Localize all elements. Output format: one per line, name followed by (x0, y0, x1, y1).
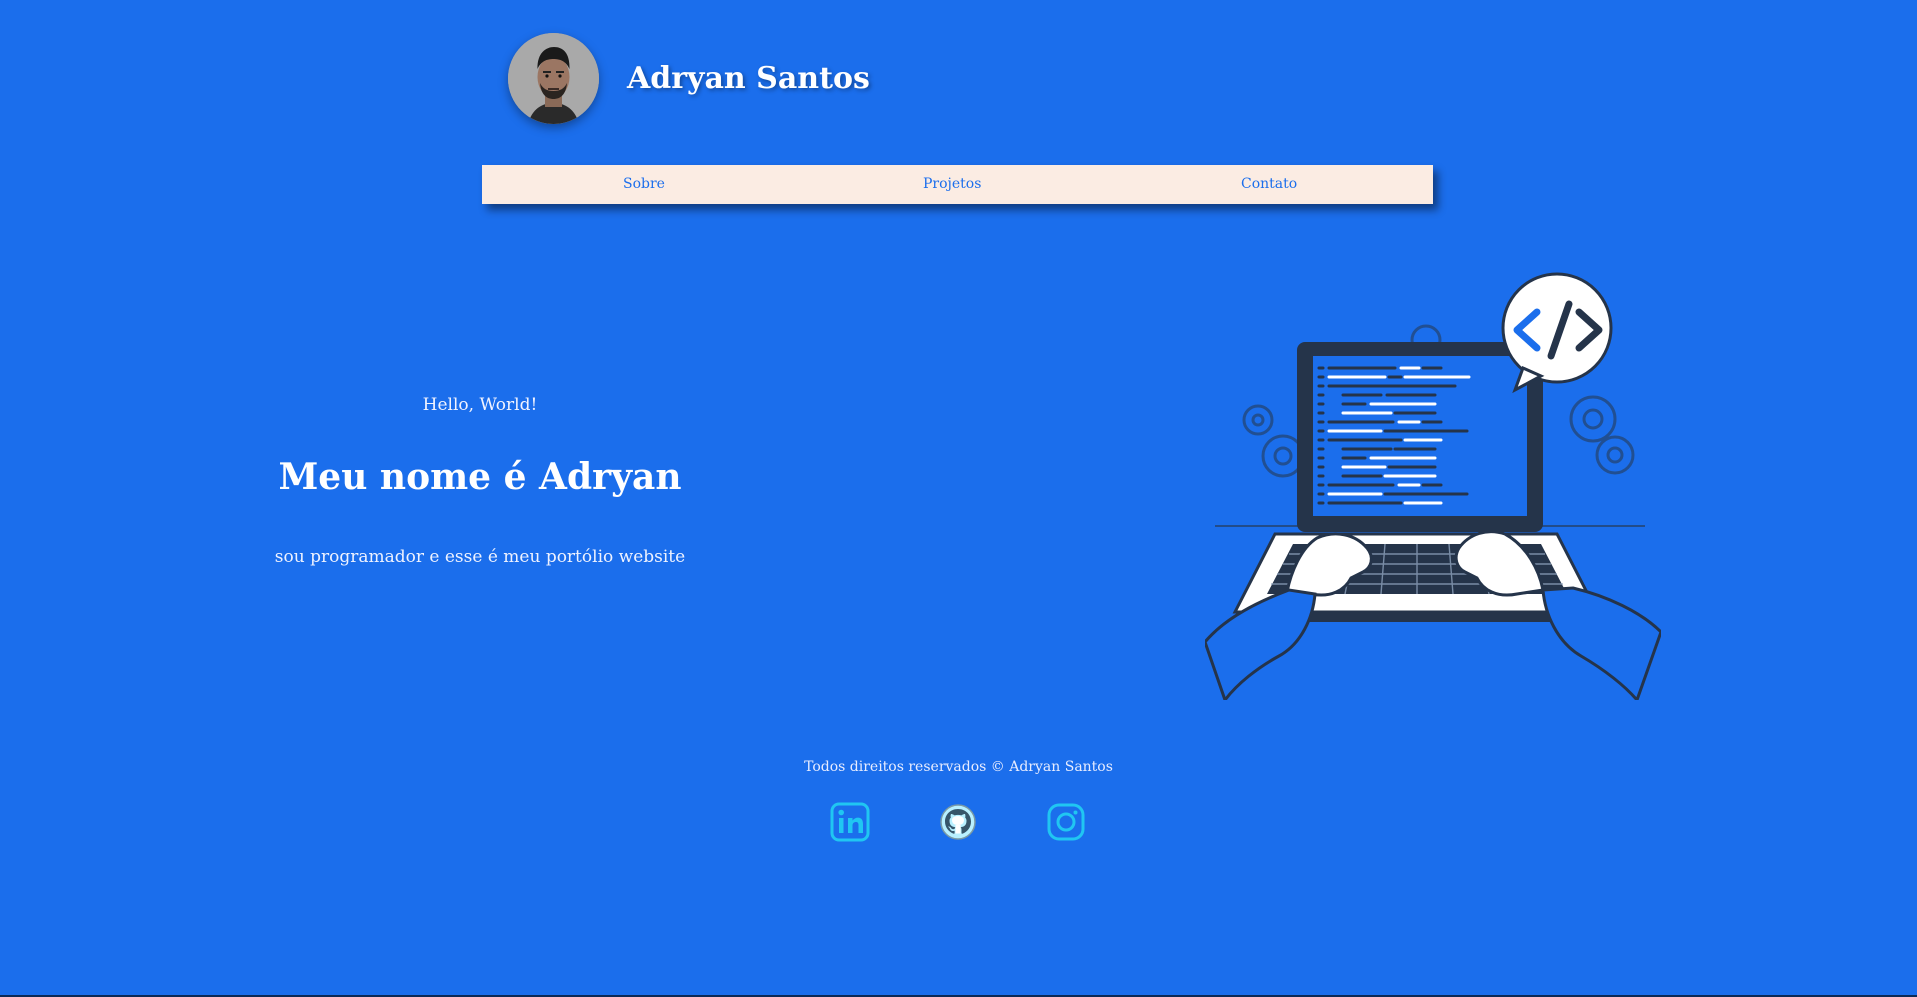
avatar (508, 32, 599, 124)
profile-photo-icon (508, 32, 599, 124)
footer-copyright: Todos direitos reservados © Adryan Santo… (804, 759, 1113, 775)
developer-laptop-illustration (1203, 272, 1663, 704)
nav-item-projetos[interactable]: Projetos (923, 165, 981, 204)
laptop-illustration-icon (1203, 272, 1663, 704)
hero-section: Hello, World! Meu nome é Adryan sou prog… (180, 395, 780, 567)
main-nav: Sobre Projetos Contato (482, 165, 1433, 204)
github-link[interactable] (937, 801, 979, 843)
instagram-link[interactable] (1045, 801, 1087, 843)
nav-item-sobre[interactable]: Sobre (623, 165, 665, 204)
hero-headline: Meu nome é Adryan (278, 456, 682, 498)
site-header: Adryan Santos (508, 32, 870, 124)
linkedin-icon (830, 802, 870, 842)
hero-tagline: sou programador e esse é meu portólio we… (274, 547, 686, 567)
github-icon (940, 804, 976, 840)
site-title: Adryan Santos (627, 60, 870, 96)
instagram-icon (1047, 803, 1085, 841)
nav-item-contato[interactable]: Contato (1241, 165, 1297, 204)
social-links (0, 801, 1917, 845)
hero-greeting: Hello, World! (422, 395, 538, 415)
linkedin-link[interactable] (829, 801, 871, 843)
